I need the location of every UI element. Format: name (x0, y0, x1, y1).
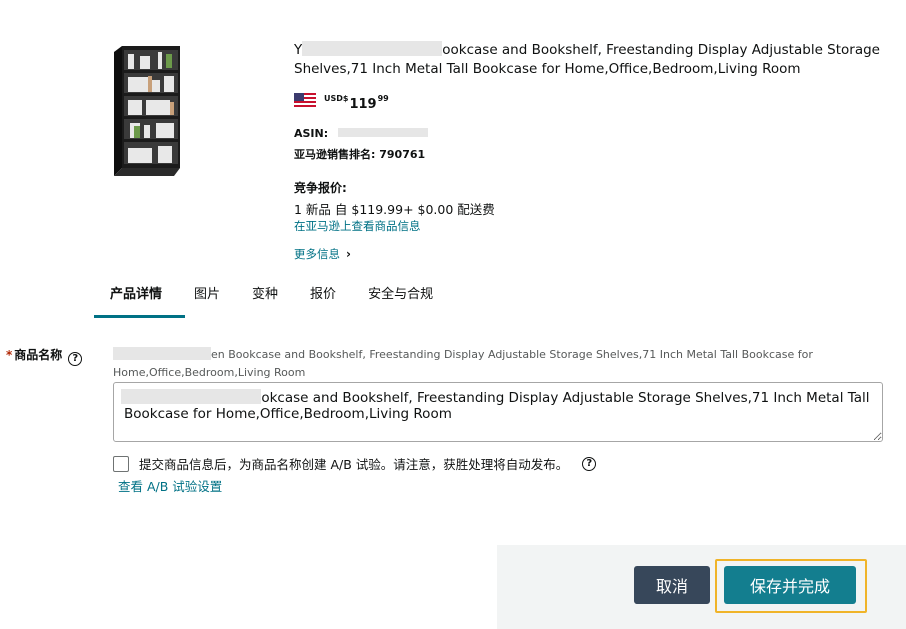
help-icon[interactable]: ? (68, 351, 83, 366)
product-title-part2: Shelves,71 Inch Metal Tall Bookcase for … (294, 61, 801, 77)
tab-product-details[interactable]: 产品详情 (110, 283, 162, 316)
redacted-block (113, 347, 211, 360)
current-value-part2: Home,Office,Bedroom,Living Room (113, 366, 306, 379)
price-whole: 119 (349, 97, 377, 112)
sales-rank-value: 790761 (379, 148, 426, 161)
tab-images[interactable]: 图片 (194, 283, 220, 316)
current-value-part1: en Bookcase and Bookshelf, Freestanding … (211, 348, 813, 361)
competitive-offers-line: 1 新品 自 $119.99+ $0.00 配送费 (294, 202, 495, 217)
ab-test-checkbox[interactable] (113, 455, 129, 472)
ab-test-checkbox-label: 提交商品信息后，为商品名称创建 A/B 试验。请注意，获胜处理将自动发布。 (139, 457, 569, 472)
redacted-block (337, 128, 428, 137)
more-info-label: 更多信息 (294, 247, 340, 261)
price: USD$11999 (324, 89, 389, 115)
sales-rank-row: 亚马逊销售排名: 790761 (294, 146, 425, 162)
view-on-amazon-link[interactable]: 在亚马逊上查看商品信息 (294, 218, 421, 234)
tab-bar: 产品详情 图片 变种 报价 安全与合规 (94, 283, 465, 316)
help-icon[interactable]: ? (582, 456, 597, 471)
ab-test-settings-link[interactable]: 查看 A/B 试验设置 (118, 476, 222, 495)
item-name-label: * 商品名称? (6, 346, 83, 366)
asin-label: ASIN: (294, 127, 329, 140)
tab-safety-compliance[interactable]: 安全与合规 (368, 283, 433, 316)
tab-variations[interactable]: 变种 (252, 283, 278, 316)
product-title: Yookcase and Bookshelf, Freestanding Dis… (294, 41, 884, 79)
more-info-link[interactable]: 更多信息 › (294, 246, 351, 262)
product-title-prefix: Y (294, 42, 303, 58)
product-title-part1: ookcase and Bookshelf, Freestanding Disp… (442, 42, 880, 58)
asin-row: ASIN: (294, 127, 428, 140)
cancel-button[interactable]: 取消 (634, 566, 710, 604)
redacted-block (302, 41, 443, 56)
item-name-label-text: 商品名称 (14, 348, 63, 362)
product-image (100, 40, 188, 180)
us-flag-icon (294, 93, 316, 107)
price-currency: USD$ (324, 94, 349, 103)
price-row: USD$11999 (294, 89, 389, 112)
save-and-finish-button[interactable]: 保存并完成 (724, 566, 856, 604)
chevron-right-icon: › (346, 247, 351, 261)
price-cents: 99 (377, 94, 389, 103)
required-marker: * (6, 348, 13, 362)
ab-test-row: 提交商品信息后，为商品名称创建 A/B 试验。请注意，获胜处理将自动发布。 ? (113, 454, 597, 473)
current-value: en Bookcase and Bookshelf, Freestanding … (113, 346, 873, 382)
tab-offer[interactable]: 报价 (310, 283, 336, 316)
redacted-block (121, 389, 261, 404)
active-tab-indicator (94, 315, 185, 318)
sales-rank-label: 亚马逊销售排名: (294, 148, 376, 161)
competitive-offers-title: 竞争报价: (294, 181, 347, 195)
